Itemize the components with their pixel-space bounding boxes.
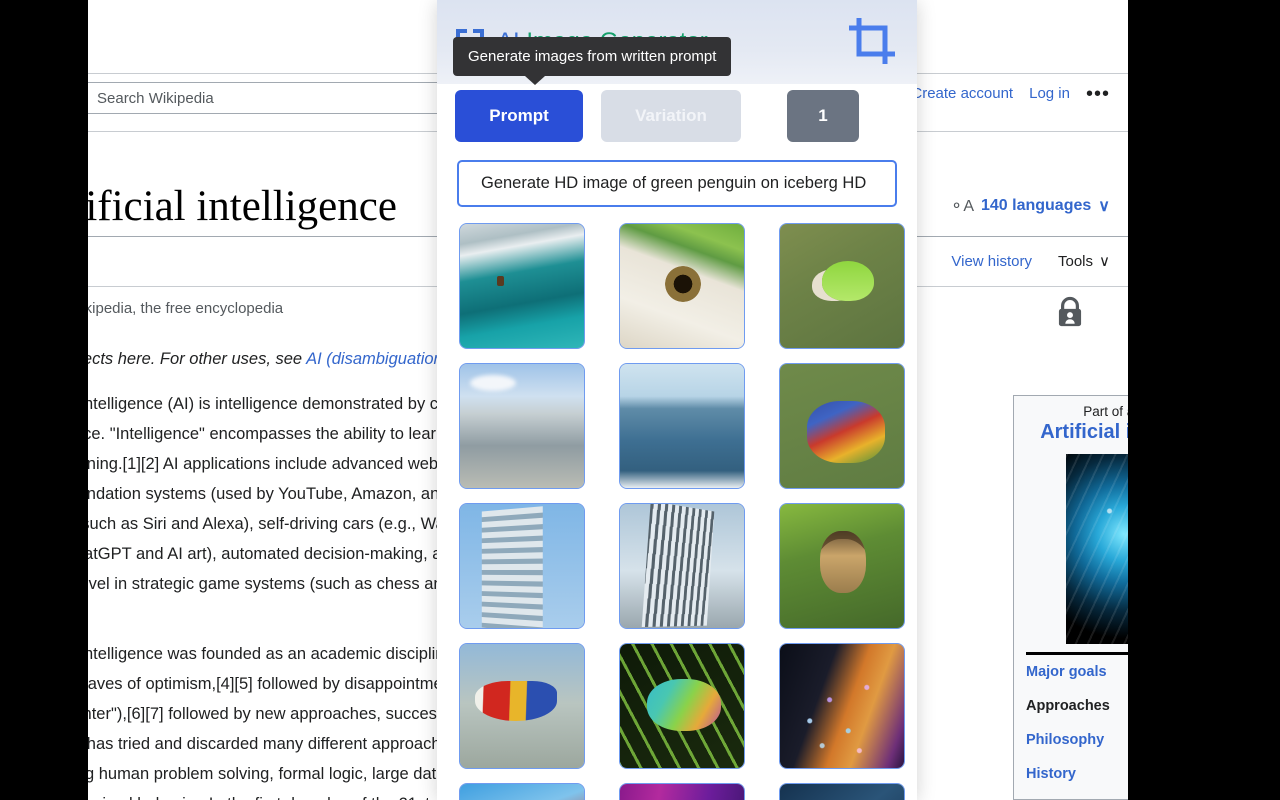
generated-image-thumb[interactable] [619,643,745,769]
ai-panel-header: AI Image Generator Generate images from … [437,0,917,85]
crop-icon[interactable] [845,14,899,68]
bird-eye-closeup-image [620,224,744,348]
ocean-horizon-image [620,364,744,488]
ai-mode-controls: Prompt Variation 1 [437,84,917,142]
lock-icon[interactable] [1055,296,1085,328]
generated-image-thumb[interactable] [619,783,745,800]
prompt-input-wrapper [437,142,917,207]
mandrill-face-image [780,504,904,628]
dewy-feather-image [780,644,904,768]
scarlet-macaw-image [460,644,584,768]
infobox-superline: Part of a series on [1083,404,1128,419]
blue-glass-skyscraper-image [460,504,584,628]
monochrome-skyscraper-image [620,504,744,628]
article-subtitle: From Wikipedia, the free encyclopedia [88,300,284,317]
generated-image-grid [437,207,917,800]
beach-ocean-waves-image [460,364,584,488]
red-eyed-tree-frog-image [780,224,904,348]
languages-button[interactable]: ⚬A 140 languages ∨ [950,196,1110,216]
ai-image-generator-panel: AI Image Generator Generate images from … [437,0,917,800]
generated-image-thumb[interactable] [619,363,745,489]
infobox-row-label: Approaches [1026,698,1110,714]
infobox: Part of a series on Artificial intellige… [1013,395,1128,800]
page-title: Artificial intelligence [88,183,397,230]
create-account-link[interactable]: Create account [911,85,1013,102]
panther-chameleon-image [620,644,744,768]
infobox-row-label: Philosophy [1026,732,1105,748]
dark-blue-abstract-image [780,784,904,800]
more-options-icon[interactable]: ••• [1086,84,1110,104]
surfer-in-wave-image [460,224,584,348]
generated-image-thumb[interactable] [619,503,745,629]
top-right-nav: Create account Log in ••• [911,84,1110,104]
chevron-down-icon: ∨ [1098,198,1110,215]
generated-image-thumb[interactable] [459,643,585,769]
generated-image-thumb[interactable] [779,363,905,489]
infobox-row[interactable]: Major goals [show] [1024,655,1128,689]
image-count-button[interactable]: 1 [787,90,859,142]
article-tabs: View history Tools ∨ [951,252,1110,271]
rainbow-lorikeets-image [780,364,904,488]
infobox-row[interactable]: Philosophy [show] [1024,723,1128,757]
tools-label: Tools [1057,252,1094,270]
language-icon: ⚬A [949,198,974,215]
search-input[interactable]: Search Wikipedia [88,82,448,114]
generated-image-thumb[interactable] [459,783,585,800]
infobox-row-label: Major goals [1026,664,1107,680]
tab-view-history[interactable]: View history [951,253,1032,270]
search-placeholder-text: Search Wikipedia [97,89,214,107]
infobox-title[interactable]: Artificial intelligence [1024,421,1128,444]
chevron-down-icon: ∨ [1099,253,1110,270]
generated-image-thumb[interactable] [779,643,905,769]
tooltip: Generate images from written prompt [453,37,732,85]
tools-menu[interactable]: Tools ∨ [1057,252,1110,271]
red-flowers-blue-sky-image [460,784,584,800]
generated-image-thumb[interactable] [619,223,745,349]
generated-image-thumb[interactable] [459,363,585,489]
languages-label: 140 languages [981,197,1092,214]
infobox-image [1065,454,1128,644]
infobox-row-label: History [1026,766,1076,782]
hatnote-link[interactable]: AI (disambiguation) [306,350,448,368]
generated-image-thumb[interactable] [459,223,585,349]
generated-image-thumb[interactable] [779,783,905,800]
variation-button[interactable]: Variation [601,90,741,142]
log-in-link[interactable]: Log in [1029,85,1070,102]
prompt-input[interactable] [457,160,897,207]
screen-root: Search Wikipedia Create account Log in •… [0,0,1280,800]
purple-gradient-abstract-image [620,784,744,800]
generated-image-thumb[interactable] [779,223,905,349]
infobox-row[interactable]: History [show] [1024,757,1128,791]
generated-image-thumb[interactable] [779,503,905,629]
hatnote-prefix: "AI" redirects here. For other uses, see [88,350,303,368]
generated-image-thumb[interactable] [459,503,585,629]
infobox-row[interactable]: Approaches [show] [1024,689,1128,723]
prompt-button[interactable]: Prompt [455,90,583,142]
